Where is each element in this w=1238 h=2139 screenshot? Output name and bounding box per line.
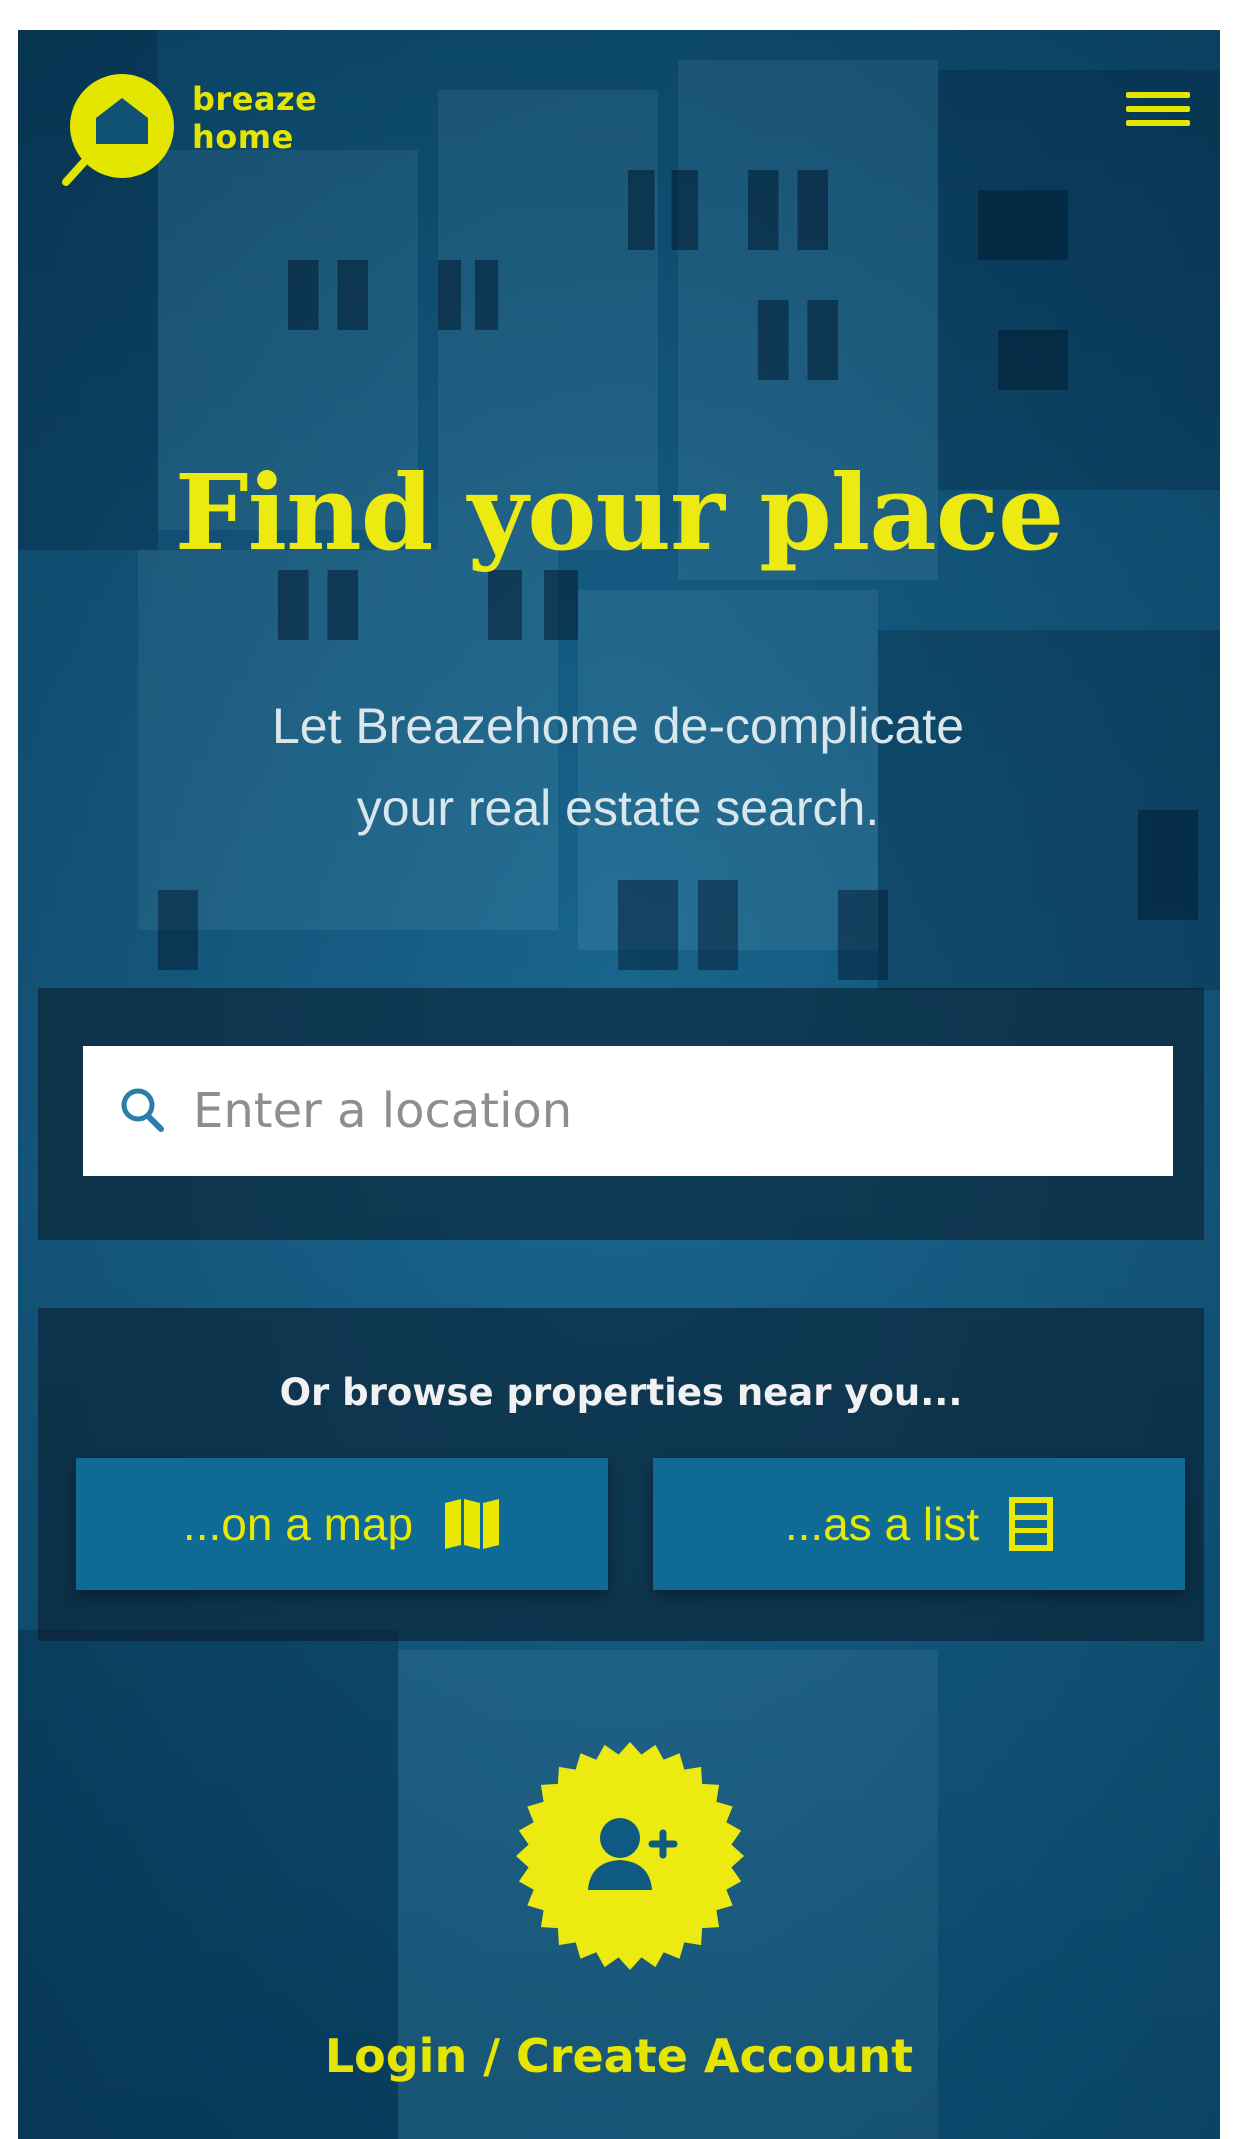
logo-wordmark: breaze home: [192, 80, 317, 156]
login-create-account-link[interactable]: Login / Create Account: [18, 2026, 1220, 2086]
browse-label: Or browse properties near you...: [279, 1371, 963, 1414]
hamburger-menu-icon[interactable]: [1126, 92, 1190, 136]
browse-as-list-button[interactable]: ...as a list: [653, 1458, 1185, 1590]
hero-title: Find your place: [174, 451, 1064, 574]
logo-line-home: home: [192, 118, 294, 156]
brand-logo[interactable]: breaze home: [60, 70, 380, 186]
browse-on-map-button[interactable]: ...on a map: [76, 1458, 608, 1590]
hero-subtitle-line-1: Let Breazehome de-complicate: [271, 698, 965, 754]
browse-panel: Or browse properties near you... ...on a…: [38, 1308, 1204, 1641]
location-search-input[interactable]: [193, 1046, 1173, 1176]
app-screen: breaze home Find your place Let Breazeho…: [18, 30, 1220, 2139]
hero-subtitle: Let Breazehome de-complicate your real e…: [168, 685, 1068, 849]
logo-line-breaze: breaze: [192, 80, 318, 118]
list-button-label: ...as a list: [784, 1498, 980, 1550]
hero-subtitle-line-2: your real estate search.: [356, 780, 880, 836]
list-icon: [1009, 1497, 1054, 1551]
search-icon: [121, 1088, 164, 1132]
add-user-icon[interactable]: [514, 1740, 746, 1972]
house-magnifier-icon: [62, 74, 174, 186]
map-icon: [445, 1499, 500, 1549]
search-box[interactable]: [83, 1046, 1173, 1176]
search-panel: [38, 988, 1204, 1240]
map-button-label: ...on a map: [182, 1498, 414, 1550]
